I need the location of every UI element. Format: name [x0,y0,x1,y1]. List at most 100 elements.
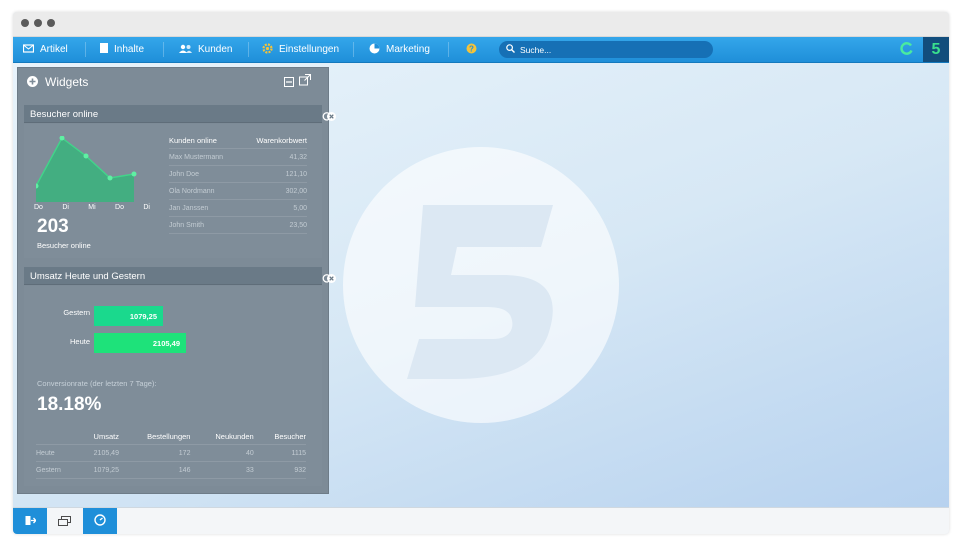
add-widget-icon[interactable] [27,76,38,90]
day-label: Mi [88,204,96,211]
row-label: Gestern [36,461,78,479]
cart-value: 121,10 [240,165,307,183]
dashboard-icon [94,514,106,529]
nav-item-kunden[interactable]: Kunden [179,37,232,62]
logout-button[interactable] [13,508,47,534]
visitors-widget-header: Besucher online [24,105,336,123]
help-icon: ? [466,43,477,57]
search-icon [506,44,515,55]
cell-besucher: 932 [253,461,306,479]
visitor-count: 203 [37,216,69,237]
chart-point [131,171,137,177]
logout-icon [25,515,37,529]
popout-panel-icon[interactable] [299,74,311,89]
nav-item-marketing[interactable]: Marketing [369,37,430,62]
cell-bestellungen: 146 [118,461,191,479]
column-header: Warenkorbwert [240,132,307,149]
day-label: Di [143,204,150,211]
table-row[interactable]: Ola Nordmann 302,00 [169,182,307,200]
nav-item-label: Marketing [386,44,430,55]
window-minimize-button[interactable] [34,19,42,27]
table-row[interactable]: John Doe 121,10 [169,165,307,183]
app-window: Artikel Inhalte Kunden Einstellungen Mar… [13,12,949,534]
refresh-icon [900,41,913,58]
chart-point [83,153,89,159]
main-menu-bar: Artikel Inhalte Kunden Einstellungen Mar… [13,37,949,63]
cell-umsatz: 1079,25 [77,461,119,479]
chart-point [107,175,113,181]
nav-item-inhalte[interactable]: Inhalte [100,37,144,62]
close-widget-icon[interactable] [327,274,336,285]
day-label: Do [34,204,43,211]
conversion-label: Conversionrate (der letzten 7 Tage): [37,379,157,388]
window-titlebar [13,12,949,37]
bar-label: Heute [69,337,90,346]
gear-icon [262,42,273,57]
search-placeholder: Suche... [520,44,552,55]
nav-item-label: Kunden [198,44,233,55]
close-widget-icon[interactable] [327,112,336,123]
bar-value: 2105,49 [152,339,180,348]
taskbar [13,507,949,534]
minimize-panel-icon[interactable] [284,76,294,90]
visitor-count-label: Besucher online [37,241,91,250]
cell-neukunden: 40 [190,444,254,462]
table-row[interactable]: Gestern 1079,25 146 33 932 [36,461,306,479]
customer-name: Ola Nordmann [169,182,241,200]
bar-label: Gestern [63,308,90,317]
widgets-panel: Widgets Besucher online Do Di Mi Do Di 2… [17,67,336,494]
cart-value: 5,00 [240,199,307,217]
row-label: Heute [36,444,78,462]
sales-bar-heute: 2105,49 [94,333,186,353]
visitors-widget-body: Do Di Mi Do Di 203 Besucher online Kunde… [24,124,322,258]
customer-name: John Doe [169,165,241,183]
day-label: Do [115,204,124,211]
chart-day-labels: Do Di Mi Do Di [34,204,150,211]
background-logo [343,147,619,423]
widgets-panel-title: Widgets [45,75,89,89]
table-row[interactable]: Max Mustermann 41,32 [169,148,307,166]
windows-button[interactable] [47,508,81,534]
customer-name: Jan Janssen [169,199,241,217]
nav-item-label: Inhalte [114,44,145,55]
content-icon [100,43,108,56]
search-field[interactable]: Suche... [499,41,713,58]
cell-umsatz: 2105,49 [77,444,119,462]
table-row[interactable]: Heute 2105,49 172 40 1115 [36,444,306,462]
column-header: Kunden online [169,132,241,149]
bar-value: 1079,25 [129,312,157,321]
customer-name: John Smith [169,216,241,234]
sales-summary-table: Umsatz Bestellungen Neukunden Besucher H… [36,428,306,479]
day-label: Di [62,204,69,211]
window-zoom-button[interactable] [47,19,55,27]
column-header: Besucher [253,428,306,445]
brand-logo: 5 [923,37,949,62]
nav-item-einstellungen[interactable]: Einstellungen [262,37,339,62]
conversion-rate: 18.18% [37,394,102,415]
cart-value: 41,32 [240,148,307,166]
help-button[interactable]: ? [466,37,477,62]
customers-online-table: Kunden online Warenkorbwert Max Musterma… [169,132,307,234]
widgets-panel-header: Widgets [18,68,328,96]
windows-icon [57,515,71,529]
sales-widget-header: Umsatz Heute und Gestern [24,267,336,285]
sales-widget-title: Umsatz Heute und Gestern [30,271,146,282]
sales-bar-gestern: 1079,25 [94,306,163,326]
table-row[interactable]: Jan Janssen 5,00 [169,199,307,217]
refresh-button[interactable] [900,37,913,62]
nav-item-label: Einstellungen [279,44,340,55]
nav-item-label: Artikel [40,44,68,55]
visitors-widget-title: Besucher online [30,109,99,120]
table-row[interactable]: John Smith 23,50 [169,216,307,234]
cell-neukunden: 33 [190,461,254,479]
cell-bestellungen: 172 [118,444,191,462]
window-close-button[interactable] [21,19,29,27]
workspace: Widgets Besucher online Do Di Mi Do Di 2… [13,63,949,507]
dashboard-button[interactable] [83,508,117,534]
column-header: Neukunden [190,428,254,445]
nav-item-artikel[interactable]: Artikel [22,37,68,62]
cart-value: 23,50 [240,216,307,234]
marketing-icon [369,43,380,57]
cell-besucher: 1115 [253,444,306,462]
customer-name: Max Mustermann [169,148,241,166]
